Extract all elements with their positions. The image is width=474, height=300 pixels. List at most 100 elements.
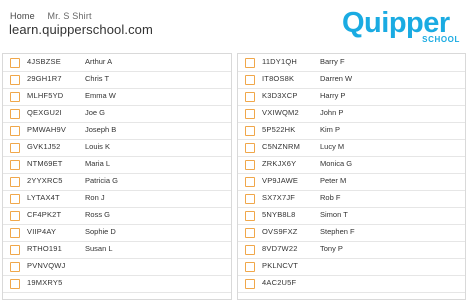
student-code: 2YYXRC5: [27, 176, 63, 185]
page-header: Home Mr. S Shirt learn.quipperschool.com…: [0, 0, 474, 50]
student-checkbox[interactable]: [245, 279, 255, 289]
student-row: VP9JAWE Peter M: [238, 173, 465, 191]
student-name: Patricia G: [85, 176, 118, 185]
student-name: Lucy M: [320, 142, 345, 151]
student-code: IT8OS8K: [262, 74, 295, 83]
student-code: QEXGU2I: [27, 108, 62, 117]
student-checkbox[interactable]: [10, 160, 20, 170]
student-checkbox[interactable]: [245, 194, 255, 204]
student-code: 5NYB8L8: [262, 210, 296, 219]
student-checkbox[interactable]: [10, 109, 20, 119]
student-code: CF4PK2T: [27, 210, 62, 219]
student-checkbox[interactable]: [10, 177, 20, 187]
student-row: CF4PK2T Ross G: [3, 207, 231, 225]
student-checkbox[interactable]: [245, 109, 255, 119]
quipper-school-logo: Quipper SCHOOL: [342, 6, 466, 46]
student-checkbox[interactable]: [10, 194, 20, 204]
student-name: Harry P: [320, 91, 346, 100]
student-checkbox[interactable]: [10, 75, 20, 85]
student-checkbox[interactable]: [245, 228, 255, 238]
student-name: John P: [320, 108, 344, 117]
student-row: PKLNCVT: [238, 258, 465, 276]
student-name: Joseph B: [85, 125, 117, 134]
student-row: C5NZNRM Lucy M: [238, 139, 465, 157]
student-row: RTHO191 Susan L: [3, 241, 231, 259]
student-name: Barry F: [320, 57, 345, 66]
student-name: Darren W: [320, 74, 353, 83]
student-code: NTM69ET: [27, 159, 63, 168]
breadcrumb-current: Mr. S Shirt: [47, 11, 92, 21]
student-row: K3D3XCP Harry P: [238, 88, 465, 106]
student-name: Stephen F: [320, 227, 355, 236]
student-code: 4JSBZSE: [27, 57, 61, 66]
student-row: IT8OS8K Darren W: [238, 71, 465, 89]
student-name: Peter M: [320, 176, 347, 185]
student-code: OVS9FXZ: [262, 227, 298, 236]
student-row: VXIWQM2 John P: [238, 105, 465, 123]
student-code: 29GH1R7: [27, 74, 62, 83]
student-row: LYTAX4T Ron J: [3, 190, 231, 208]
student-code: ZRKJX6Y: [262, 159, 297, 168]
student-name: Emma W: [85, 91, 116, 100]
student-code: 4AC2U5F: [262, 278, 297, 287]
student-checkbox[interactable]: [245, 58, 255, 68]
student-row: QEXGU2I Joe G: [3, 105, 231, 123]
student-checkbox[interactable]: [245, 177, 255, 187]
student-name: Sophie D: [85, 227, 116, 236]
student-row: VIIP4AY Sophie D: [3, 224, 231, 242]
student-code: SX7X7JF: [262, 193, 296, 202]
student-code: VIIP4AY: [27, 227, 57, 236]
student-checkbox[interactable]: [10, 92, 20, 102]
student-code: RTHO191: [27, 244, 63, 253]
student-checkbox[interactable]: [10, 126, 20, 136]
student-checkbox[interactable]: [245, 75, 255, 85]
student-row: OVS9FXZ Stephen F: [238, 224, 465, 242]
breadcrumb-home-link[interactable]: Home: [10, 11, 35, 21]
student-row: PVNVQWJ: [3, 258, 231, 276]
logo-sub-text: SCHOOL: [422, 35, 460, 44]
student-list-left: 4JSBZSE Arthur A 29GH1R7 Chris T MLHF5YD Emma…: [2, 53, 232, 300]
student-name: Tony P: [320, 244, 343, 253]
student-checkbox[interactable]: [245, 211, 255, 221]
site-url: learn.quipperschool.com: [9, 22, 153, 37]
breadcrumb: Home Mr. S Shirt: [10, 11, 102, 21]
student-code: MLHF5YD: [27, 91, 64, 100]
student-row: 11DY1QH Barry F: [238, 54, 465, 72]
student-checkbox[interactable]: [10, 279, 20, 289]
student-row: PMWAH9V Joseph B: [3, 122, 231, 140]
student-checkbox[interactable]: [10, 143, 20, 153]
student-checkbox[interactable]: [245, 245, 255, 255]
student-name: Maria L: [85, 159, 111, 168]
student-code: 5P522HK: [262, 125, 296, 134]
student-checkbox[interactable]: [10, 228, 20, 238]
student-checkbox[interactable]: [245, 92, 255, 102]
student-name: Kim P: [320, 125, 341, 134]
student-checkbox[interactable]: [245, 126, 255, 136]
student-checkbox[interactable]: [245, 143, 255, 153]
student-code: PMWAH9V: [27, 125, 67, 134]
student-code: 11DY1QH: [262, 57, 298, 66]
student-list-right: 11DY1QH Barry F IT8OS8K Darren W K3D3XCP Harr…: [237, 53, 466, 300]
student-code: C5NZNRM: [262, 142, 301, 151]
student-name: Ross G: [85, 210, 111, 219]
student-row: MLHF5YD Emma W: [3, 88, 231, 106]
student-code: VP9JAWE: [262, 176, 299, 185]
student-checkbox[interactable]: [10, 211, 20, 221]
student-checkbox[interactable]: [10, 58, 20, 68]
student-code: GVK1J52: [27, 142, 61, 151]
student-code: VXIWQM2: [262, 108, 299, 117]
student-row: 4AC2U5F: [238, 275, 465, 293]
student-row: 5P522HK Kim P: [238, 122, 465, 140]
student-checkbox[interactable]: [10, 245, 20, 255]
student-row: 29GH1R7 Chris T: [3, 71, 231, 89]
student-code: K3D3XCP: [262, 91, 298, 100]
student-checkbox[interactable]: [245, 160, 255, 170]
student-checkbox[interactable]: [245, 262, 255, 272]
student-checkbox[interactable]: [10, 262, 20, 272]
student-row: SX7X7JF Rob F: [238, 190, 465, 208]
student-code: PVNVQWJ: [27, 261, 66, 270]
student-name: Simon T: [320, 210, 348, 219]
student-code: 19MXRY5: [27, 278, 63, 287]
student-name: Louis K: [85, 142, 111, 151]
student-name: Chris T: [85, 74, 110, 83]
